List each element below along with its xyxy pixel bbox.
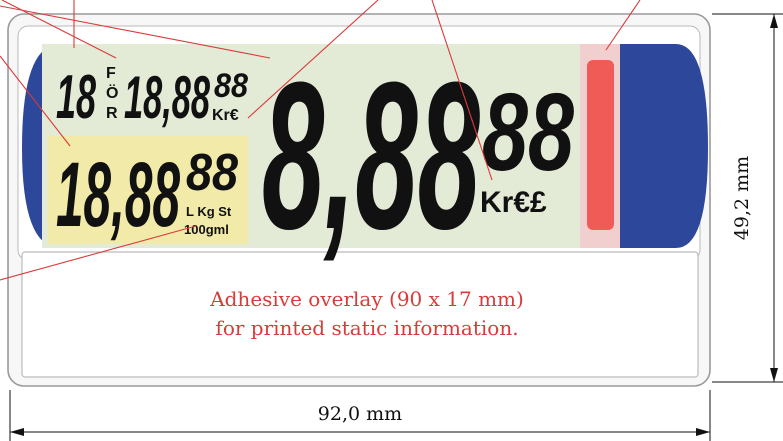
main-digits: 8,88 [262, 38, 480, 273]
height-arrow-bottom [770, 368, 778, 382]
height-label: 49,2 mm [731, 156, 753, 240]
indicator-bar [587, 60, 614, 230]
stacked-label-r: R [106, 105, 118, 122]
yellow-digits: 18,88 [56, 144, 180, 246]
small-digits-left: 18 [56, 63, 96, 132]
yellow-units-line1: L Kg St [186, 204, 232, 219]
lcd-display-diagram: 18 F Ö R 18,88 88 Kr€ 18,88 88 L Kg St 1… [0, 0, 783, 441]
small-display: 18 F Ö R 18,88 88 Kr€ [56, 63, 248, 132]
width-arrow-right [696, 428, 710, 436]
overlay-caption-line1: Adhesive overlay (90 x 17 mm) [209, 287, 524, 311]
width-arrow-left [10, 428, 24, 436]
small-digits-mid-small: 88 [214, 67, 248, 105]
main-currency: Kr€£ [480, 186, 547, 219]
small-digits-mid: 18,88 [124, 64, 210, 131]
yellow-display: 18,88 88 L Kg St 100gml [56, 144, 238, 246]
main-digits-small: 88 [482, 71, 575, 194]
overlay-caption-line2: for printed static information. [215, 316, 518, 340]
height-arrow-top [770, 14, 778, 28]
small-currency: Kr€ [212, 107, 239, 124]
stacked-label-o: Ö [106, 83, 118, 102]
yellow-units-line2: 100gml [184, 222, 229, 237]
width-label: 92,0 mm [318, 403, 402, 425]
stacked-label-f: F [106, 65, 116, 82]
yellow-digits-small: 88 [186, 144, 238, 202]
